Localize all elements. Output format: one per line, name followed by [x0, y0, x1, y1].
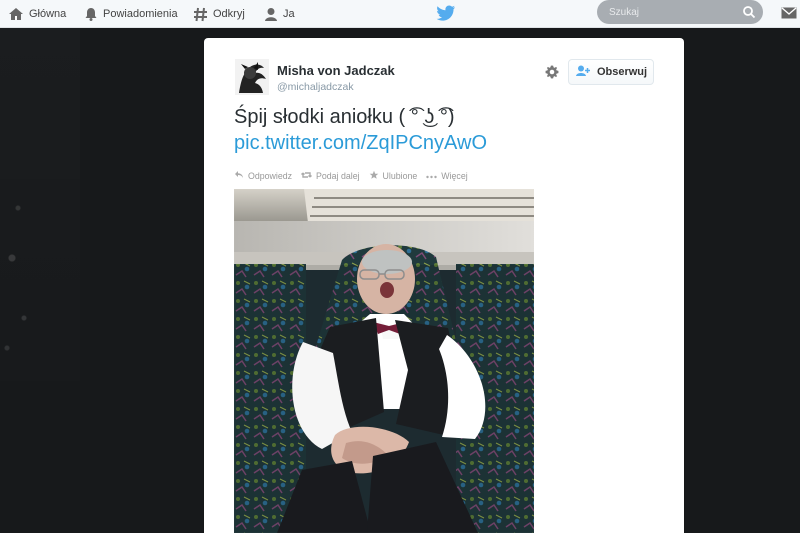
favorite-label: Ulubione	[382, 171, 418, 181]
follow-button-label: Obserwuj	[596, 66, 648, 78]
follow-button[interactable]: Obserwuj	[568, 59, 654, 85]
tweet-photo-link[interactable]: pic.twitter.com/ZqIPCnyAwO	[234, 132, 487, 155]
dark-background-texture	[0, 28, 80, 533]
favorite-action[interactable]: Ulubione	[369, 170, 418, 182]
home-icon	[8, 7, 24, 21]
author-handle[interactable]: @michaljadczak	[277, 81, 354, 93]
nav-home[interactable]: Główna	[8, 0, 66, 28]
twitter-bird-icon[interactable]	[436, 4, 456, 22]
retweet-icon	[301, 170, 313, 182]
star-icon	[369, 170, 379, 182]
nav-me[interactable]: Ja	[264, 0, 295, 28]
tweet-photo[interactable]	[234, 189, 534, 533]
more-label: Więcej	[441, 171, 468, 181]
avatar[interactable]	[235, 59, 269, 95]
tweet-actions: Odpowiedz Podaj dalej Ulubione Więcej	[234, 169, 468, 183]
nav-notifications-label: Powiadomienia	[103, 8, 178, 20]
bell-icon	[84, 7, 98, 22]
retweet-label: Podaj dalej	[316, 171, 360, 181]
nav-discover-label: Odkryj	[213, 8, 245, 20]
hashtag-icon	[193, 7, 208, 22]
gear-icon[interactable]	[544, 64, 560, 80]
retweet-action[interactable]: Podaj dalej	[301, 170, 360, 182]
mail-icon[interactable]	[781, 6, 797, 20]
tweet-card: Misha von Jadczak @michaljadczak Obserwu…	[204, 38, 684, 533]
twitter-page: Główna Powiadomienia Odkryj Ja Szukaj Mi…	[0, 0, 800, 533]
nav-home-label: Główna	[29, 8, 67, 20]
search-icon[interactable]	[742, 5, 756, 19]
nav-me-label: Ja	[283, 8, 295, 20]
reply-label: Odpowiedz	[248, 171, 293, 181]
reply-icon	[234, 170, 244, 182]
more-dots-icon	[426, 171, 437, 181]
nav-discover[interactable]: Odkryj	[193, 0, 245, 28]
person-icon	[264, 7, 278, 22]
more-action[interactable]: Więcej	[426, 171, 468, 181]
tweet-text: Śpij słodki aniołku ( ͡° ͜ʖ ͡°)	[234, 106, 455, 128]
person-add-icon	[575, 65, 591, 80]
search-box[interactable]	[597, 0, 763, 24]
top-navigation-bar: Główna Powiadomienia Odkryj Ja Szukaj	[0, 0, 800, 28]
author-name[interactable]: Misha von Jadczak	[277, 63, 395, 78]
nav-notifications[interactable]: Powiadomienia	[84, 0, 178, 28]
search-input[interactable]	[607, 5, 735, 19]
reply-action[interactable]: Odpowiedz	[234, 170, 292, 182]
